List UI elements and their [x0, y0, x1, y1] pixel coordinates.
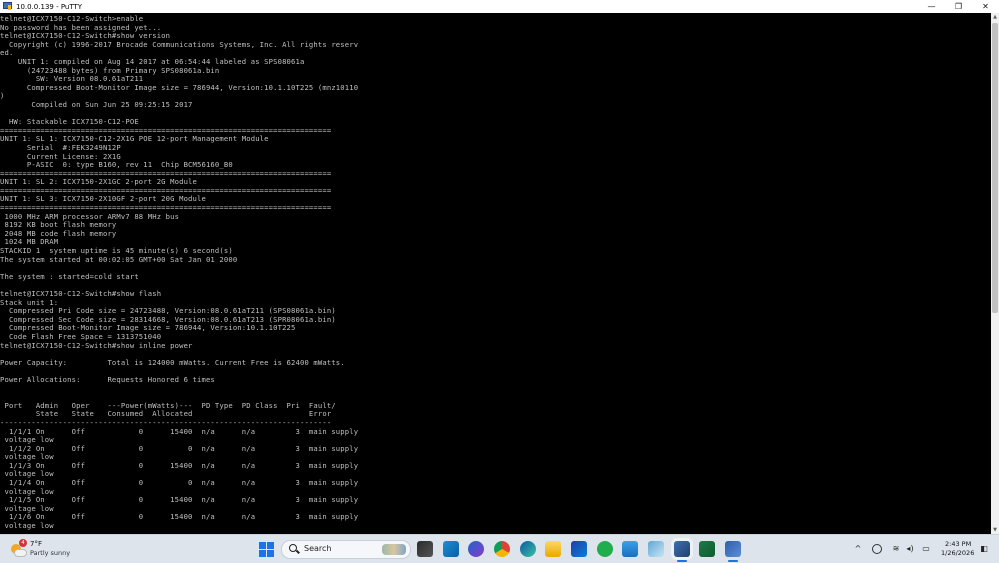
taskbar: 4 7°F Partly sunny Search ^ ≋ ◂) ▭ 2:43 … — [0, 534, 999, 563]
store-icon[interactable] — [571, 541, 587, 557]
notification-center-icon[interactable]: ◧ — [979, 544, 989, 554]
network-tool-icon[interactable] — [725, 541, 741, 562]
notepad-icon[interactable] — [622, 541, 638, 557]
file-explorer-icon[interactable] — [417, 541, 433, 557]
weather-temperature: 7°F — [30, 540, 42, 548]
vpn-shield-icon[interactable] — [872, 544, 882, 554]
volume-icon[interactable]: ◂) — [905, 544, 915, 554]
search-highlight-image — [382, 544, 406, 555]
wifi-icon[interactable]: ≋ — [891, 544, 901, 554]
minimize-button[interactable]: — — [918, 0, 945, 13]
edge-icon[interactable] — [520, 541, 536, 557]
clock-time[interactable]: 2:43 PM — [945, 540, 971, 548]
window-controls: — ❐ ✕ — [918, 0, 999, 13]
putty-app-icon[interactable] — [3, 2, 12, 11]
search-icon — [289, 544, 297, 552]
scroll-thumb[interactable] — [992, 23, 998, 313]
title-bar: 10.0.0.139 - PuTTY — ❐ ✕ — [0, 0, 999, 14]
clock-date[interactable]: 1/26/2026 — [941, 549, 974, 557]
battery-icon[interactable]: ▭ — [921, 544, 931, 554]
maximize-button[interactable]: ❐ — [945, 0, 972, 13]
weather-widget[interactable]: 4 7°F Partly sunny — [9, 539, 89, 559]
snipping-tool-icon[interactable] — [648, 541, 664, 557]
terminal-scrollbar[interactable]: ▲ ▼ — [991, 13, 999, 534]
excel-icon[interactable] — [699, 541, 715, 557]
weather-badge: 4 — [19, 539, 27, 547]
putty-icon[interactable] — [674, 541, 690, 562]
terminal-output[interactable]: telnet@ICX7150-C12-Switch>enable No pass… — [0, 13, 991, 531]
partly-sunny-icon: 4 — [9, 539, 27, 557]
whatsapp-icon[interactable] — [597, 541, 613, 557]
scroll-up-arrow-icon[interactable]: ▲ — [991, 13, 999, 21]
copilot-icon[interactable] — [468, 541, 484, 557]
close-button[interactable]: ✕ — [972, 0, 999, 13]
taskbar-search[interactable]: Search — [281, 540, 411, 559]
chrome-icon[interactable] — [494, 541, 510, 557]
show-hidden-icons-chevron-icon[interactable]: ^ — [853, 544, 863, 554]
scroll-down-arrow-icon[interactable]: ▼ — [991, 526, 999, 534]
terminal-window[interactable]: telnet@ICX7150-C12-Switch>enable No pass… — [0, 13, 991, 534]
weather-condition: Partly sunny — [30, 549, 71, 557]
monitor-app-icon[interactable] — [443, 541, 459, 557]
search-label: Search — [304, 544, 332, 553]
window-title: 10.0.0.139 - PuTTY — [16, 2, 83, 11]
start-button[interactable] — [259, 542, 274, 557]
folder-icon[interactable] — [545, 541, 561, 557]
